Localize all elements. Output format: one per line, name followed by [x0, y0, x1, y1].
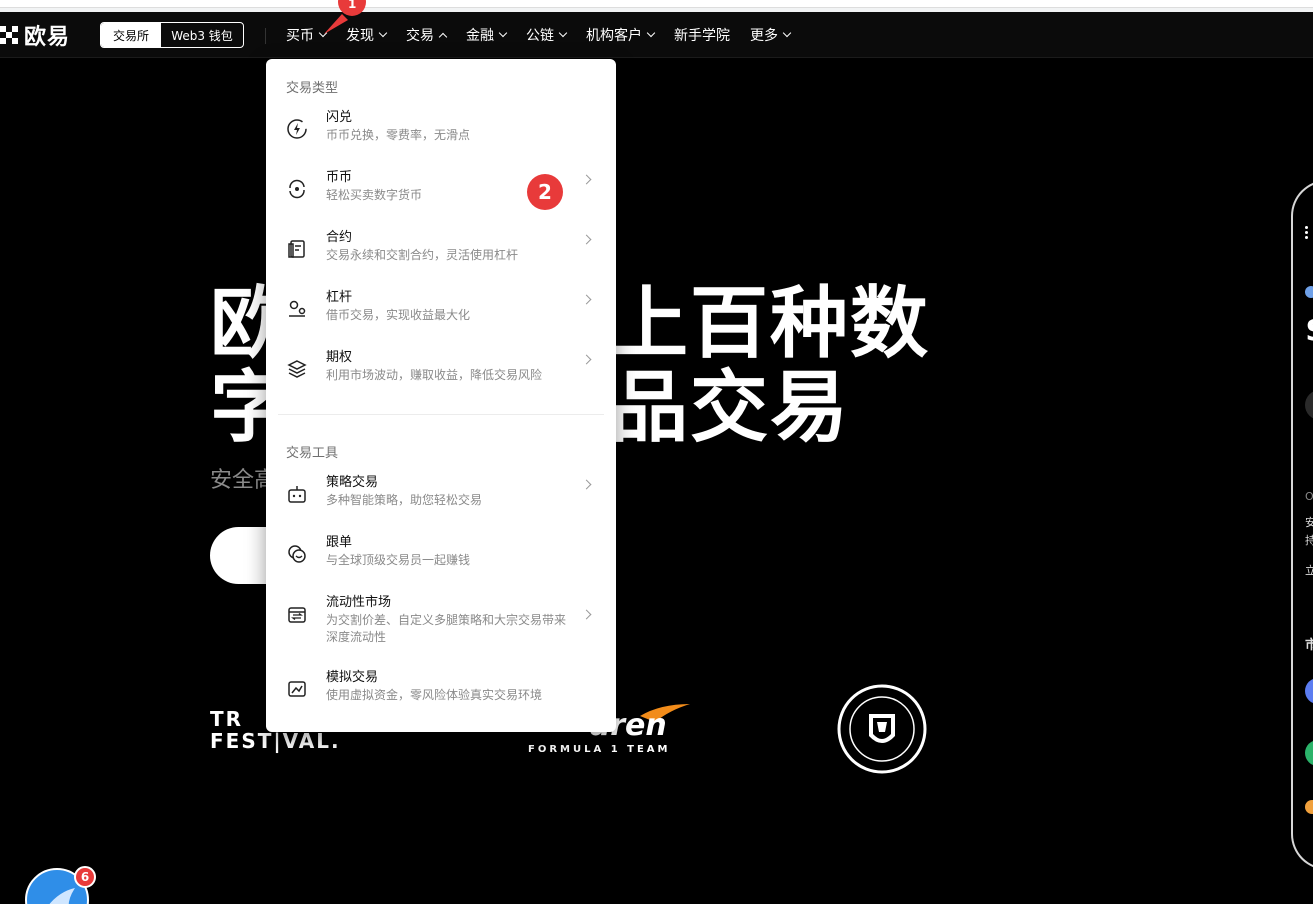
menu-item-description: 借币交易，实现收益最大化 — [326, 308, 471, 322]
phone-text-shi: 市 — [1305, 638, 1313, 653]
menu-item-title: 闪兑 — [326, 110, 353, 125]
notification-badge: 6 — [74, 866, 96, 888]
phone-text-chi: 持 — [1305, 534, 1313, 547]
swap-circle-icon — [289, 179, 305, 199]
more-dots-icon — [1305, 226, 1308, 240]
menu-item-robot[interactable]: 策略交易多种智能策略，助您轻松交易 — [266, 471, 616, 531]
web3-wallet-tab[interactable]: Web3 钱包 — [161, 23, 243, 47]
menu-item-description: 交易永续和交割合约，灵活使用杠杆 — [326, 248, 519, 262]
menu-item-description: 使用虚拟资金，零风险体验真实交易环境 — [326, 688, 543, 702]
nav-item-label: 机构客户 — [586, 28, 642, 44]
phone-button — [1305, 390, 1313, 420]
globe-icon — [1305, 286, 1313, 298]
nav-item-label: 更多 — [750, 28, 778, 44]
phone-text-li: 立 — [1305, 564, 1313, 577]
menu-item-title: 杠杆 — [326, 290, 353, 305]
menu-item-swap-circle[interactable]: 币币 轻松买卖数字货币 — [266, 166, 616, 226]
chevron-down-icon — [558, 28, 568, 38]
exchange-tab[interactable]: 交易所 — [101, 23, 161, 47]
contract-icon — [288, 240, 305, 258]
nav-item-6[interactable]: 新手学院 — [674, 25, 730, 45]
menu-item-title: 策略交易 — [326, 475, 379, 490]
chevron-right-icon — [581, 609, 592, 620]
menu-item-title: 流动性市场 — [326, 595, 392, 610]
menu-item-title: 合约 — [326, 230, 353, 245]
menu-item-flash[interactable]: 闪兑币币兑换，零费率，无滑点 — [266, 106, 616, 166]
nav-item-5[interactable]: 机构客户 — [586, 25, 656, 45]
nav-item-label: 金融 — [466, 28, 494, 44]
robot-icon — [288, 486, 306, 503]
nav-item-3[interactable]: 金融 — [466, 25, 508, 45]
menu-item-demo-trade[interactable]: 模拟交易使用虚拟资金，零风险体验真实交易环境 — [266, 666, 616, 726]
menu-item-description: 与全球顶级交易员一起赚钱 — [326, 553, 471, 567]
chevron-right-icon — [581, 174, 592, 185]
chevron-down-icon — [378, 28, 388, 38]
chevron-right-icon — [581, 234, 592, 245]
okx-logo[interactable]: 欧易 — [0, 22, 71, 50]
section-title-trade-types: 交易类型 — [286, 81, 339, 96]
manchester-city-crest-icon — [837, 684, 927, 774]
chevron-down-icon — [646, 28, 656, 38]
annotation-marker-1-label: 1 — [348, 0, 356, 11]
phone-balance: $ — [1305, 310, 1313, 350]
menu-divider — [278, 414, 604, 415]
demo-trade-icon — [288, 681, 306, 697]
annotation-marker-2: 2 — [527, 174, 563, 210]
nav-item-4[interactable]: 公链 — [526, 25, 568, 45]
chevron-right-icon — [581, 294, 592, 305]
menu-item-description: 利用市场波动，赚取收益，降低交易风险 — [326, 368, 543, 382]
menu-item-title: 跟单 — [326, 535, 353, 550]
section-title-trade-tools: 交易工具 — [286, 446, 339, 461]
mode-switch: 交易所 Web3 钱包 — [100, 22, 244, 48]
phone-coin-icon-blue — [1305, 678, 1313, 704]
logo-text: 欧易 — [24, 25, 71, 50]
menu-item-description: 币币兑换，零费率，无滑点 — [326, 128, 471, 142]
menu-item-description: 为交割价差、自定义多腿策略和大宗交易带来深度流动性 — [326, 613, 567, 644]
nav-item-label: 公链 — [526, 28, 554, 44]
phone-coin-icon-orange — [1305, 800, 1313, 814]
chevron-up-icon — [438, 32, 448, 42]
okx-logo-icon — [0, 26, 18, 44]
nav-item-label: 新手学院 — [674, 28, 730, 44]
leverage-icon — [289, 300, 306, 317]
top-navbar: 欧易 交易所 Web3 钱包 买币 发现 交易 金融 公链 机构客户 新手学院 更多 — [0, 12, 1313, 58]
menu-item-title: 模拟交易 — [326, 670, 379, 685]
address-bar-edge — [0, 0, 1313, 8]
chevron-right-icon — [581, 479, 592, 490]
annotation-marker-1: 1 — [324, 0, 366, 34]
menu-item-layers[interactable]: 期权利用市场波动，赚取收益，降低交易风险 — [266, 346, 616, 406]
phone-text-o: O — [1305, 490, 1313, 503]
chevron-right-icon — [581, 354, 592, 365]
trade-dropdown-menu: 交易类型 交易工具 闪兑币币兑换，零费率，无滑点币币 轻松买卖数字货币合约交易永续… — [266, 59, 616, 732]
chevron-down-icon — [782, 28, 792, 38]
nav-item-label: 买币 — [286, 28, 314, 44]
phone-coin-icon-green — [1305, 740, 1313, 766]
nav-item-7[interactable]: 更多 — [750, 25, 792, 45]
chevron-down-icon — [498, 28, 508, 38]
nav-item-label: 交易 — [406, 28, 434, 44]
menu-item-liquidity[interactable]: 流动性市场为交割价差、自定义多腿策略和大宗交易带来深度流动性 — [266, 591, 616, 651]
menu-item-title: 币币 — [326, 170, 353, 185]
menu-item-description: 多种智能策略，助您轻松交易 — [326, 493, 483, 507]
copy-trade-icon — [288, 545, 306, 563]
flash-icon — [287, 119, 307, 139]
menu-item-copy-trade[interactable]: 跟单与全球顶级交易员一起赚钱 — [266, 531, 616, 591]
menu-item-leverage[interactable]: 杠杆借币交易，实现收益最大化 — [266, 286, 616, 346]
liquidity-icon — [288, 607, 306, 623]
layers-icon — [287, 360, 307, 378]
nav-divider — [265, 28, 266, 44]
menu-item-contract[interactable]: 合约交易永续和交割合约，灵活使用杠杆 — [266, 226, 616, 286]
menu-item-title: 期权 — [326, 350, 353, 365]
tribe-logo-line2: FEST|VAL. — [210, 729, 341, 753]
browser-strip — [0, 0, 1313, 12]
nav-item-2[interactable]: 交易 — [406, 25, 448, 45]
phone-text-an: 安 — [1305, 516, 1313, 529]
mclaren-subtitle: FORMULA 1 TEAM — [528, 744, 671, 755]
phone-mockup: $ O 安 持 立 市 — [1291, 180, 1313, 870]
